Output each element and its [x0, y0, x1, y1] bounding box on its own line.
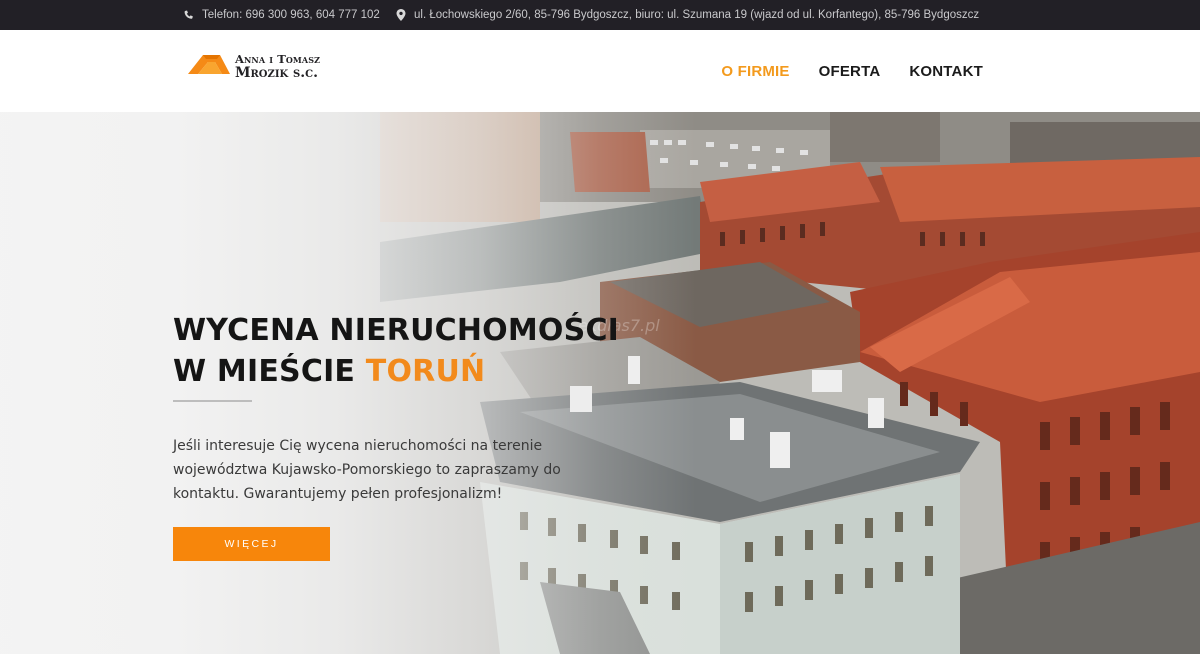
phone-icon	[184, 10, 193, 19]
more-button[interactable]: WIĘCEJ	[173, 527, 330, 561]
nav-item-o-firmie[interactable]: O FIRMIE	[721, 63, 789, 80]
phone-text: Telefon: 696 300 963, 604 777 102	[202, 9, 380, 21]
hero-divider	[173, 400, 252, 402]
map-marker-icon	[396, 9, 406, 21]
hero-title-city: TORUŃ	[365, 354, 486, 389]
hero-description: Jeśli interesuje Cię wycena nieruchomośc…	[173, 438, 561, 502]
nav-item-oferta[interactable]: OFERTA	[819, 63, 881, 80]
nav-item-kontakt[interactable]: KONTAKT	[909, 63, 983, 80]
hero-section: ekdlas7.pl WYCENA NIERUCHOMOŚCI W MIEŚCI…	[0, 112, 1200, 654]
logo-line-1: Anna i Tomasz	[235, 52, 321, 66]
address-text: ul. Łochowskiego 2/60, 85-796 Bydgoszcz,…	[414, 9, 980, 21]
logo-line-2: Mrozik s.c.	[235, 65, 318, 81]
hero-title-line-1: WYCENA NIERUCHOMOŚCI	[173, 313, 620, 348]
address-info: ul. Łochowskiego 2/60, 85-796 Bydgoszcz,…	[396, 0, 979, 30]
site-header: Anna i Tomasz Mrozik s.c. O FIRMIE OFERT…	[0, 30, 1200, 112]
contact-bar: Telefon: 696 300 963, 604 777 102 ul. Ło…	[0, 0, 1200, 30]
roof-logo-icon	[188, 55, 230, 74]
main-nav: O FIRMIE OFERTA KONTAKT	[692, 30, 983, 112]
hero-title-line-2: W MIEŚCIE	[173, 354, 366, 389]
hero-title: WYCENA NIERUCHOMOŚCI W MIEŚCIE TORUŃ	[173, 310, 619, 392]
site-logo[interactable]: Anna i Tomasz Mrozik s.c.	[188, 50, 338, 90]
phone-info[interactable]: Telefon: 696 300 963, 604 777 102	[183, 0, 380, 30]
